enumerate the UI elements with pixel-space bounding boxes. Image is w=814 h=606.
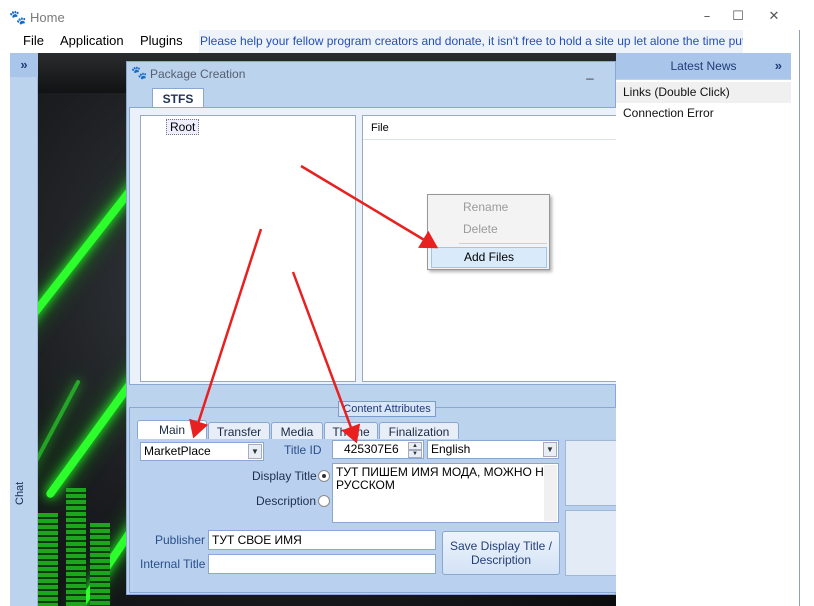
publisher-input[interactable]: ТУТ СВОЕ ИМЯ [208,530,436,550]
tab-main[interactable]: Main [137,420,207,440]
tab-stfs[interactable]: STFS [152,88,204,108]
file-column-header[interactable]: File [363,116,618,140]
chat-label[interactable]: Chat [14,473,34,513]
menu-separator [459,243,547,244]
news-item[interactable]: Connection Error [616,103,791,124]
content-attributes-panel: Content Attributes Main Transfer Media T… [129,401,618,593]
paw-icon: 🐾 [9,9,27,25]
context-menu-add-files[interactable]: Add Files [431,247,547,268]
tab-media[interactable]: Media [271,422,323,440]
stepper-up-icon[interactable]: ▲ [408,442,422,450]
dialog-title: Package Creation [150,67,246,81]
package-type-value: MarketPlace [144,444,211,458]
save-display-title-button[interactable]: Save Display Title / Description [442,531,560,575]
news-title: Latest News [670,59,737,73]
dropdown-arrow-icon[interactable]: ▼ [543,442,557,457]
content-attributes-label: Content Attributes [338,401,436,417]
equalizer-bar [66,488,86,606]
description-radio[interactable] [318,495,330,507]
publisher-value: ТУТ СВОЕ ИМЯ [212,533,302,547]
news-list: Links (Double Click) Connection Error [616,80,791,606]
package-type-select[interactable]: MarketPlace ▼ [140,442,264,461]
tab-theme[interactable]: Theme [324,422,378,440]
display-title-value: ТУТ ПИШЕМ ИМЯ МОДА, МОЖНО НА РУССКОМ [336,465,552,492]
title-bar[interactable]: 🐾 Home – ☐ ✕ [0,0,800,30]
news-header: Latest News » [616,53,791,79]
publisher-label: Publisher [155,533,206,547]
internal-title-input[interactable] [208,554,436,574]
window-title: Home [30,10,65,25]
latest-news-panel: Latest News » Links (Double Click) Conne… [616,53,791,606]
internal-title-label: Internal Title [140,557,206,571]
textarea-scrollbar[interactable] [544,465,557,521]
equalizer-bar [90,523,110,606]
menu-file[interactable]: File [23,33,44,48]
folder-tree[interactable]: Root [140,115,356,382]
donate-banner[interactable]: Please help your fellow program creators… [199,30,743,53]
dropdown-arrow-icon[interactable]: ▼ [248,444,262,459]
maximize-button[interactable]: ☐ [723,7,753,27]
thumbnail-image-slot[interactable] [565,440,618,506]
menu-application[interactable]: Application [60,33,124,48]
stepper-down-icon[interactable]: ▼ [408,450,422,458]
context-menu-delete[interactable]: Delete [431,219,547,240]
main-tab-body: MarketPlace ▼ Title ID 425307E6 ▲ ▼ Engl… [134,439,618,592]
chat-sidebar: » Chat [10,53,38,606]
context-menu-rename[interactable]: Rename [431,197,547,218]
paw-icon: 🐾 [131,65,148,80]
minimize-button[interactable]: – [692,7,722,27]
news-item[interactable]: Links (Double Click) [616,82,791,103]
display-title-radio[interactable] [318,470,330,482]
dialog-minimize-button[interactable]: _ [582,65,598,81]
window-edge [800,0,814,606]
title-image-slot[interactable] [565,510,618,576]
display-title-textarea[interactable]: ТУТ ПИШЕМ ИМЯ МОДА, МОЖНО НА РУССКОМ [332,463,559,523]
collapse-chevron-icon[interactable]: » [775,53,782,79]
title-id-field[interactable]: 425307E6 ▲ ▼ [332,440,424,459]
menu-bar: File Application Plugins Please help you… [10,30,743,53]
expand-chevron-icon[interactable]: » [10,53,38,77]
tab-finalization[interactable]: Finalization [379,422,459,440]
close-button[interactable]: ✕ [759,7,789,27]
equalizer-bar [38,513,58,606]
display-title-label: Display Title [252,469,317,483]
context-menu: Rename Delete Add Files [427,194,550,270]
language-select[interactable]: English ▼ [427,440,559,459]
description-label: Description [256,494,317,508]
title-id-label: Title ID [284,443,322,457]
title-id-value: 425307E6 [344,442,399,456]
tree-root-node[interactable]: Root [166,119,200,135]
menu-plugins[interactable]: Plugins [140,33,183,48]
tab-transfer[interactable]: Transfer [208,422,270,440]
package-creation-dialog: 🐾 Package Creation _ STFS Root File Cont… [126,61,618,595]
language-value: English [431,442,471,456]
